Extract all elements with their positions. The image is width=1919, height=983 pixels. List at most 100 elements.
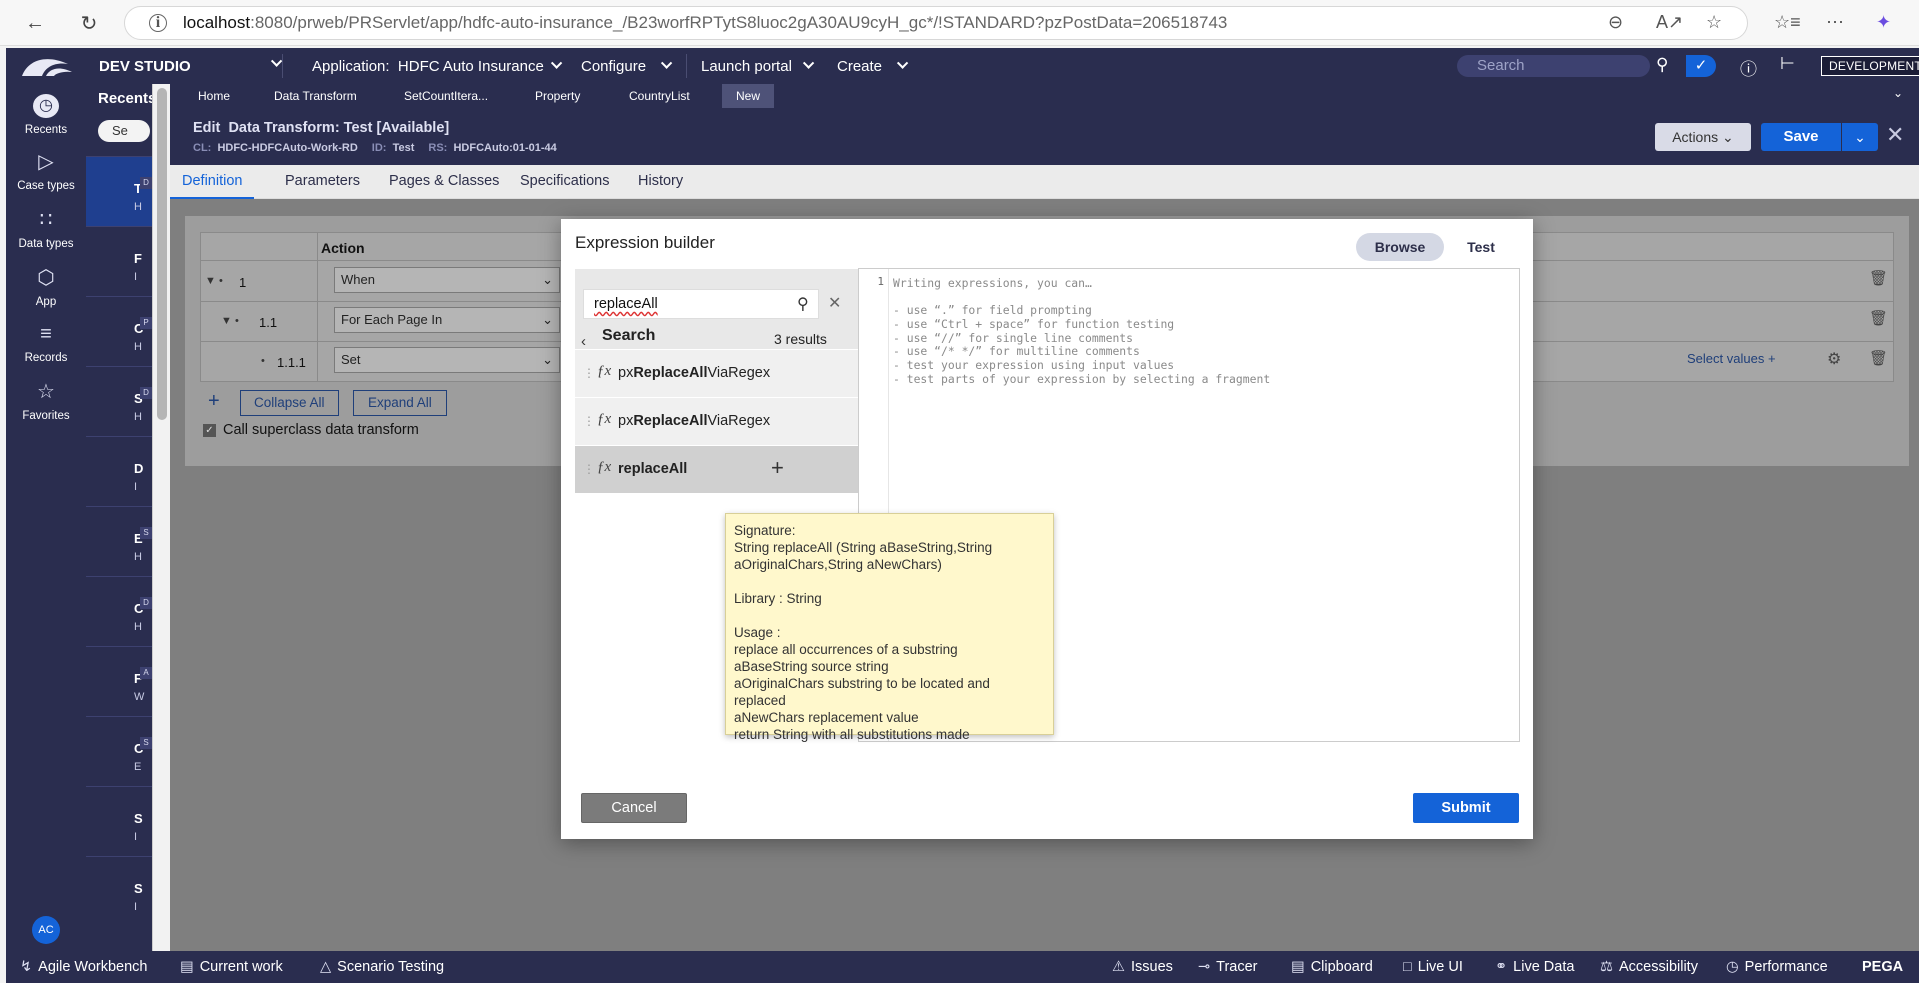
add-row-icon[interactable]: + [208, 390, 220, 413]
tabs-overflow-chevron-icon[interactable]: ⌄ [1893, 86, 1903, 100]
trash-icon[interactable]: 🗑 [1869, 309, 1888, 327]
accessibility-button[interactable]: ⚖ Accessibility [1600, 951, 1698, 983]
search-icon[interactable]: ⚲ [797, 294, 809, 314]
collapse-row-icon[interactable]: ▼ • [205, 275, 223, 287]
clear-search-icon[interactable]: ✕ [828, 293, 841, 313]
avatar[interactable]: AC [32, 916, 60, 944]
recent-item[interactable]: THD [86, 156, 152, 226]
function-search-input[interactable]: replaceAll [583, 289, 819, 319]
tab-browse[interactable]: Browse [1356, 233, 1444, 261]
action-select[interactable]: Set ⌄ [334, 347, 560, 373]
recent-item[interactable]: FWA [86, 646, 152, 716]
collapse-row-icon[interactable]: ▼ • [221, 315, 239, 327]
agile-workbench-icon[interactable]: ⊢ [1780, 54, 1795, 74]
scenario-testing-button[interactable]: △ Scenario Testing [320, 951, 444, 983]
search-icon[interactable]: ⚲ [1656, 55, 1668, 75]
recent-item-type-badge: S [140, 527, 152, 539]
function-result-item[interactable]: ⋮⋮ ƒx pxReplaceAllViaRegex [575, 349, 859, 397]
rail-item-app[interactable]: ⬡ App [6, 266, 86, 308]
class-link[interactable]: HDFC-HDFCAuto-Work-RD [217, 142, 357, 154]
save-options-chevron-icon[interactable]: ⌄ [1842, 123, 1878, 151]
pega-logo-icon[interactable] [20, 54, 74, 78]
tab-countrylist[interactable]: CountryList [629, 84, 690, 108]
studio-switcher[interactable]: DEV STUDIO [99, 48, 191, 84]
recents-search-input[interactable]: Se [98, 120, 150, 142]
tab-setcountitera[interactable]: SetCountItera... [404, 84, 488, 108]
cancel-button[interactable]: Cancel [581, 793, 687, 823]
tab-new[interactable]: New [722, 84, 775, 108]
recent-item[interactable]: EHS [86, 506, 152, 576]
rail-item-favorites[interactable]: ☆ Favorites [6, 380, 86, 422]
refresh-icon[interactable]: ↻ [74, 8, 104, 38]
tab-specifications[interactable]: Specifications [520, 165, 609, 199]
superclass-checkbox[interactable]: ✓ [203, 424, 216, 437]
current-work-button[interactable]: ▤ Current work [180, 951, 283, 983]
scrollbar-thumb[interactable] [157, 88, 167, 420]
agile-workbench-button[interactable]: ↯ Agile Workbench [20, 951, 148, 983]
more-menu-icon[interactable]: ⋯ [1826, 12, 1844, 33]
recent-item[interactable]: CES [86, 716, 152, 786]
address-bar[interactable]: i localhost:8080/prweb/PRServlet/app/hdf… [124, 6, 1748, 40]
tab-data-transform[interactable]: Data Transform [274, 84, 357, 108]
configure-label: Configure [581, 57, 647, 75]
header-search-input[interactable]: Search [1457, 55, 1650, 77]
live-data-button[interactable]: ⚭ Live Data [1495, 951, 1574, 983]
tab-test[interactable]: Test [1446, 233, 1516, 261]
recent-item[interactable]: SHD [86, 366, 152, 436]
application-menu[interactable]: Application: HDFC Auto Insurance [312, 48, 563, 84]
back-arrow-icon[interactable]: ← [20, 8, 50, 38]
trash-icon[interactable]: 🗑 [1869, 269, 1888, 287]
tab-home[interactable]: Home [198, 84, 230, 108]
clipboard-icon: ▤ [180, 959, 194, 975]
tab-property[interactable]: Property [535, 84, 580, 108]
rail-item-case-types[interactable]: ▷ Case types [6, 150, 86, 192]
configure-menu[interactable]: Configure [581, 48, 673, 84]
zoom-out-icon[interactable]: ⊖ [1608, 12, 1623, 33]
help-icon[interactable]: ⓘ [1740, 55, 1757, 80]
rail-item-data-types[interactable]: ∷ Data types [6, 208, 86, 250]
create-menu[interactable]: Create [837, 48, 909, 84]
function-result-item[interactable]: ⋮⋮ ƒx pxReplaceAllViaRegex [575, 397, 859, 445]
dialog-title: Expression builder [575, 233, 715, 252]
recent-item[interactable]: FI [86, 226, 152, 296]
save-button[interactable]: Save [1761, 123, 1841, 151]
gear-icon[interactable]: ⚙ [1827, 349, 1841, 369]
search-submit-button[interactable]: ✓ [1686, 55, 1716, 77]
live-ui-button[interactable]: □ Live UI [1403, 951, 1463, 983]
rail-item-recents[interactable]: ◷ Recents [6, 94, 86, 136]
chevron-down-icon[interactable] [270, 55, 283, 67]
recent-item[interactable]: CHP [86, 296, 152, 366]
tab-history[interactable]: History [638, 165, 683, 199]
search-results-heading[interactable]: Search [602, 327, 655, 345]
trash-icon[interactable]: 🗑 [1869, 349, 1888, 367]
tab-definition[interactable]: Definition [170, 165, 255, 199]
clipboard-button[interactable]: ▤ Clipboard [1291, 951, 1373, 983]
launch-portal-menu[interactable]: Launch portal [701, 48, 815, 84]
read-aloud-icon[interactable]: A↗ [1656, 12, 1683, 33]
tab-pages-classes[interactable]: Pages & Classes [389, 165, 499, 199]
expand-all-button[interactable]: Expand All [353, 390, 447, 416]
tab-parameters[interactable]: Parameters [285, 165, 360, 199]
tracer-button[interactable]: ⊸ Tracer [1198, 951, 1258, 983]
copilot-icon[interactable]: ✦ [1876, 12, 1891, 33]
submit-button[interactable]: Submit [1413, 793, 1519, 823]
recent-item[interactable]: SI [86, 786, 152, 856]
recent-item[interactable]: CHD [86, 576, 152, 646]
action-select[interactable]: When ⌄ [334, 267, 560, 293]
function-result-item-selected[interactable]: ⋮⋮ ƒx replaceAll + [575, 445, 859, 493]
recent-item[interactable]: SI [86, 856, 152, 926]
actions-button[interactable]: Actions ⌄ [1655, 123, 1751, 151]
insert-function-plus-icon[interactable]: + [771, 455, 784, 481]
issues-button[interactable]: ⚠ Issues [1112, 951, 1173, 983]
recent-item[interactable]: DI [86, 436, 152, 506]
performance-button[interactable]: ◷ Performance [1726, 951, 1828, 983]
favorite-star-icon[interactable]: ☆ [1706, 12, 1722, 33]
rail-item-records[interactable]: ≡ Records [6, 322, 86, 364]
close-icon[interactable]: ✕ [1886, 122, 1904, 148]
select-values-link[interactable]: Select values + [1687, 351, 1776, 366]
action-select[interactable]: For Each Page In ⌄ [334, 307, 560, 333]
site-info-icon[interactable]: i [149, 14, 167, 32]
chevron-left-icon[interactable]: ‹ [581, 333, 586, 350]
favorites-list-icon[interactable]: ☆≡ [1774, 12, 1801, 33]
collapse-all-button[interactable]: Collapse All [240, 390, 339, 416]
